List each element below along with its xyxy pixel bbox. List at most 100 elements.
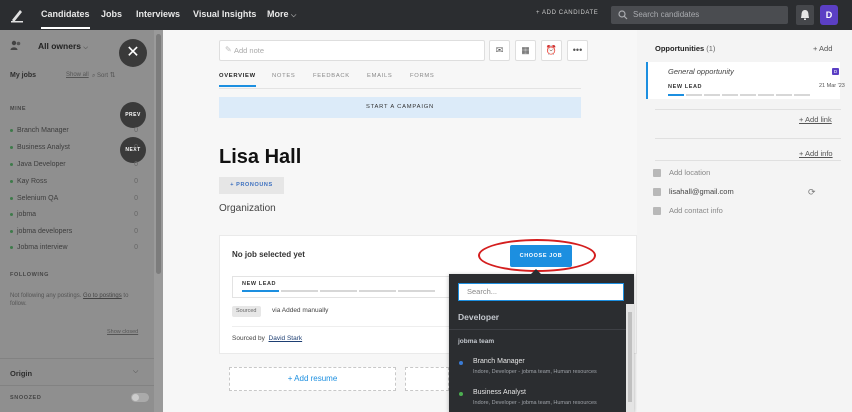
start-campaign-button[interactable]: START A CAMPAIGN	[219, 97, 581, 118]
sourced-by: Sourced by David Stark	[232, 335, 303, 342]
sidebar-job-item[interactable]: Selenium QA 0	[10, 195, 138, 202]
divider	[0, 385, 154, 386]
chevron-down-icon: ⌵	[291, 12, 297, 19]
sidebar-job-item[interactable]: Jobma interview 0	[10, 244, 138, 251]
email-row[interactable]: lisahall@gmail.com	[653, 187, 734, 197]
nav-candidates[interactable]: Candidates	[41, 9, 90, 29]
highlight-annotation	[478, 239, 596, 272]
note-placeholder: Add note	[234, 46, 265, 55]
nav-visual-insights[interactable]: Visual Insights	[193, 9, 256, 19]
owners-filter[interactable]: All owners ⌵	[10, 39, 88, 53]
tab-overview[interactable]: OVERVIEW	[219, 73, 256, 87]
pencil-icon: ✎	[225, 45, 232, 54]
nav-interviews[interactable]: Interviews	[136, 9, 180, 19]
app-logo-icon[interactable]	[9, 7, 25, 23]
sidebar-scrollbar[interactable]	[154, 30, 163, 412]
close-button[interactable]: ✕	[119, 39, 147, 67]
sidebar-job-item[interactable]: jobma developers 0	[10, 228, 138, 235]
snoozed-label: SNOOZED	[10, 395, 42, 401]
sidebar-job-item[interactable]: jobma 0	[10, 211, 138, 218]
user-avatar[interactable]: D	[820, 5, 838, 25]
following-empty-text: Not following any postings. Go to postin…	[10, 293, 129, 307]
opportunity-name: General opportunity	[668, 67, 734, 76]
search-placeholder: Search candidates	[633, 10, 700, 19]
no-job-label: No job selected yet	[232, 250, 305, 259]
search-icon	[618, 10, 628, 22]
notifications-button[interactable]	[796, 5, 814, 25]
nav-more[interactable]: More ⌵	[267, 9, 296, 20]
schedule-button[interactable]: ▦	[515, 40, 536, 61]
dropdown-team-label: jobma team	[458, 338, 495, 345]
close-icon: ✕	[126, 44, 140, 61]
organization-field[interactable]: Organization	[219, 203, 276, 214]
location-row[interactable]: Add location	[653, 168, 710, 178]
snoozed-toggle[interactable]	[131, 393, 149, 402]
sort-label: Sort	[97, 73, 109, 79]
sidebar-job-item[interactable]: Business Analyst 0	[10, 144, 138, 151]
sort-button[interactable]: ⌕ Sort ⇅	[92, 71, 116, 80]
sourcer-link[interactable]: David Stark	[269, 335, 303, 342]
divider	[655, 160, 841, 161]
prev-button[interactable]: PREV	[120, 102, 146, 128]
top-navigation-bar: Candidates Jobs Interviews Visual Insigh…	[0, 0, 852, 30]
contact-row[interactable]: Add contact info	[653, 206, 723, 216]
bell-icon	[801, 10, 809, 20]
calendar-icon: ▦	[521, 45, 530, 55]
mine-section-label: MINE	[10, 106, 27, 112]
divider	[232, 326, 458, 327]
tab-feedback[interactable]: FEEDBACK	[313, 73, 350, 79]
opportunity-stage: NEW LEAD	[668, 84, 703, 90]
more-actions-button[interactable]: •••	[567, 40, 588, 61]
add-info-button[interactable]: + Add info	[799, 149, 833, 158]
sidebar: All owners ⌵ ✕ PREV NEXT My jobs Show al…	[0, 30, 163, 412]
divider	[655, 138, 841, 139]
add-link-button[interactable]: + Add link	[799, 115, 832, 124]
dropdown-group-label: Developer	[458, 312, 500, 322]
my-jobs-heading: My jobs	[10, 72, 37, 79]
pipeline-stage[interactable]: NEW LEAD	[232, 276, 457, 298]
source-detail: via Added manually	[272, 307, 329, 314]
sync-icon[interactable]: ⟳	[808, 187, 816, 198]
details-panel: Opportunities (1) + Add General opportun…	[637, 30, 852, 412]
go-to-postings-link[interactable]: Go to postings	[83, 293, 122, 299]
alarm-clock-icon: ⏰	[545, 45, 558, 55]
add-note-input[interactable]: ✎ Add note	[219, 40, 485, 61]
opportunity-date: 21 Mar '23	[819, 83, 845, 89]
envelope-icon: ✉	[495, 45, 504, 55]
nav-jobs[interactable]: Jobs	[101, 9, 122, 19]
job-search-input[interactable]: Search...	[458, 283, 624, 301]
sidebar-job-item[interactable]: Java Developer 0	[10, 161, 138, 168]
divider	[219, 88, 581, 89]
tab-emails[interactable]: EMAILS	[367, 73, 392, 79]
sidebar-job-item[interactable]: Kay Ross 0	[10, 178, 138, 185]
show-all-link[interactable]: Show all	[66, 72, 89, 78]
location-icon	[653, 169, 661, 178]
email-button[interactable]: ✉	[489, 40, 510, 61]
sidebar-job-item[interactable]: Branch Manager 0	[10, 127, 138, 134]
add-resume-button[interactable]: + Add resume	[229, 367, 396, 391]
tab-forms[interactable]: FORMS	[410, 73, 434, 79]
owner-badge: D	[832, 68, 839, 75]
opportunity-card[interactable]: General opportunity D NEW LEAD 21 Mar '2…	[646, 62, 845, 99]
users-icon	[10, 40, 21, 50]
add-candidate-button[interactable]: + ADD CANDIDATE	[536, 10, 598, 16]
stage-label: NEW LEAD	[242, 281, 277, 287]
dropdown-scrollbar[interactable]	[626, 304, 634, 412]
divider	[655, 109, 841, 110]
show-closed-link[interactable]: Show closed	[107, 329, 138, 335]
origin-filter[interactable]: Origin	[10, 369, 32, 378]
email-icon	[653, 188, 661, 197]
tab-notes[interactable]: NOTES	[272, 73, 295, 79]
search-icon: ⌕	[92, 73, 96, 79]
candidate-search-input[interactable]: Search candidates	[611, 6, 788, 24]
sort-icon: ⇅	[109, 72, 116, 79]
upload-dropzone[interactable]	[405, 367, 449, 391]
candidate-name: Lisa Hall	[219, 146, 302, 168]
add-pronouns-button[interactable]: + PRONOUNS	[219, 177, 284, 194]
add-opportunity-link[interactable]: + Add	[813, 44, 832, 53]
snooze-button[interactable]: ⏰	[541, 40, 562, 61]
opportunities-heading: Opportunities (1)	[655, 44, 716, 53]
following-section-label: FOLLOWING	[10, 272, 50, 278]
nav-more-label: More	[267, 9, 289, 19]
chevron-down-icon: ⌵	[133, 368, 139, 375]
